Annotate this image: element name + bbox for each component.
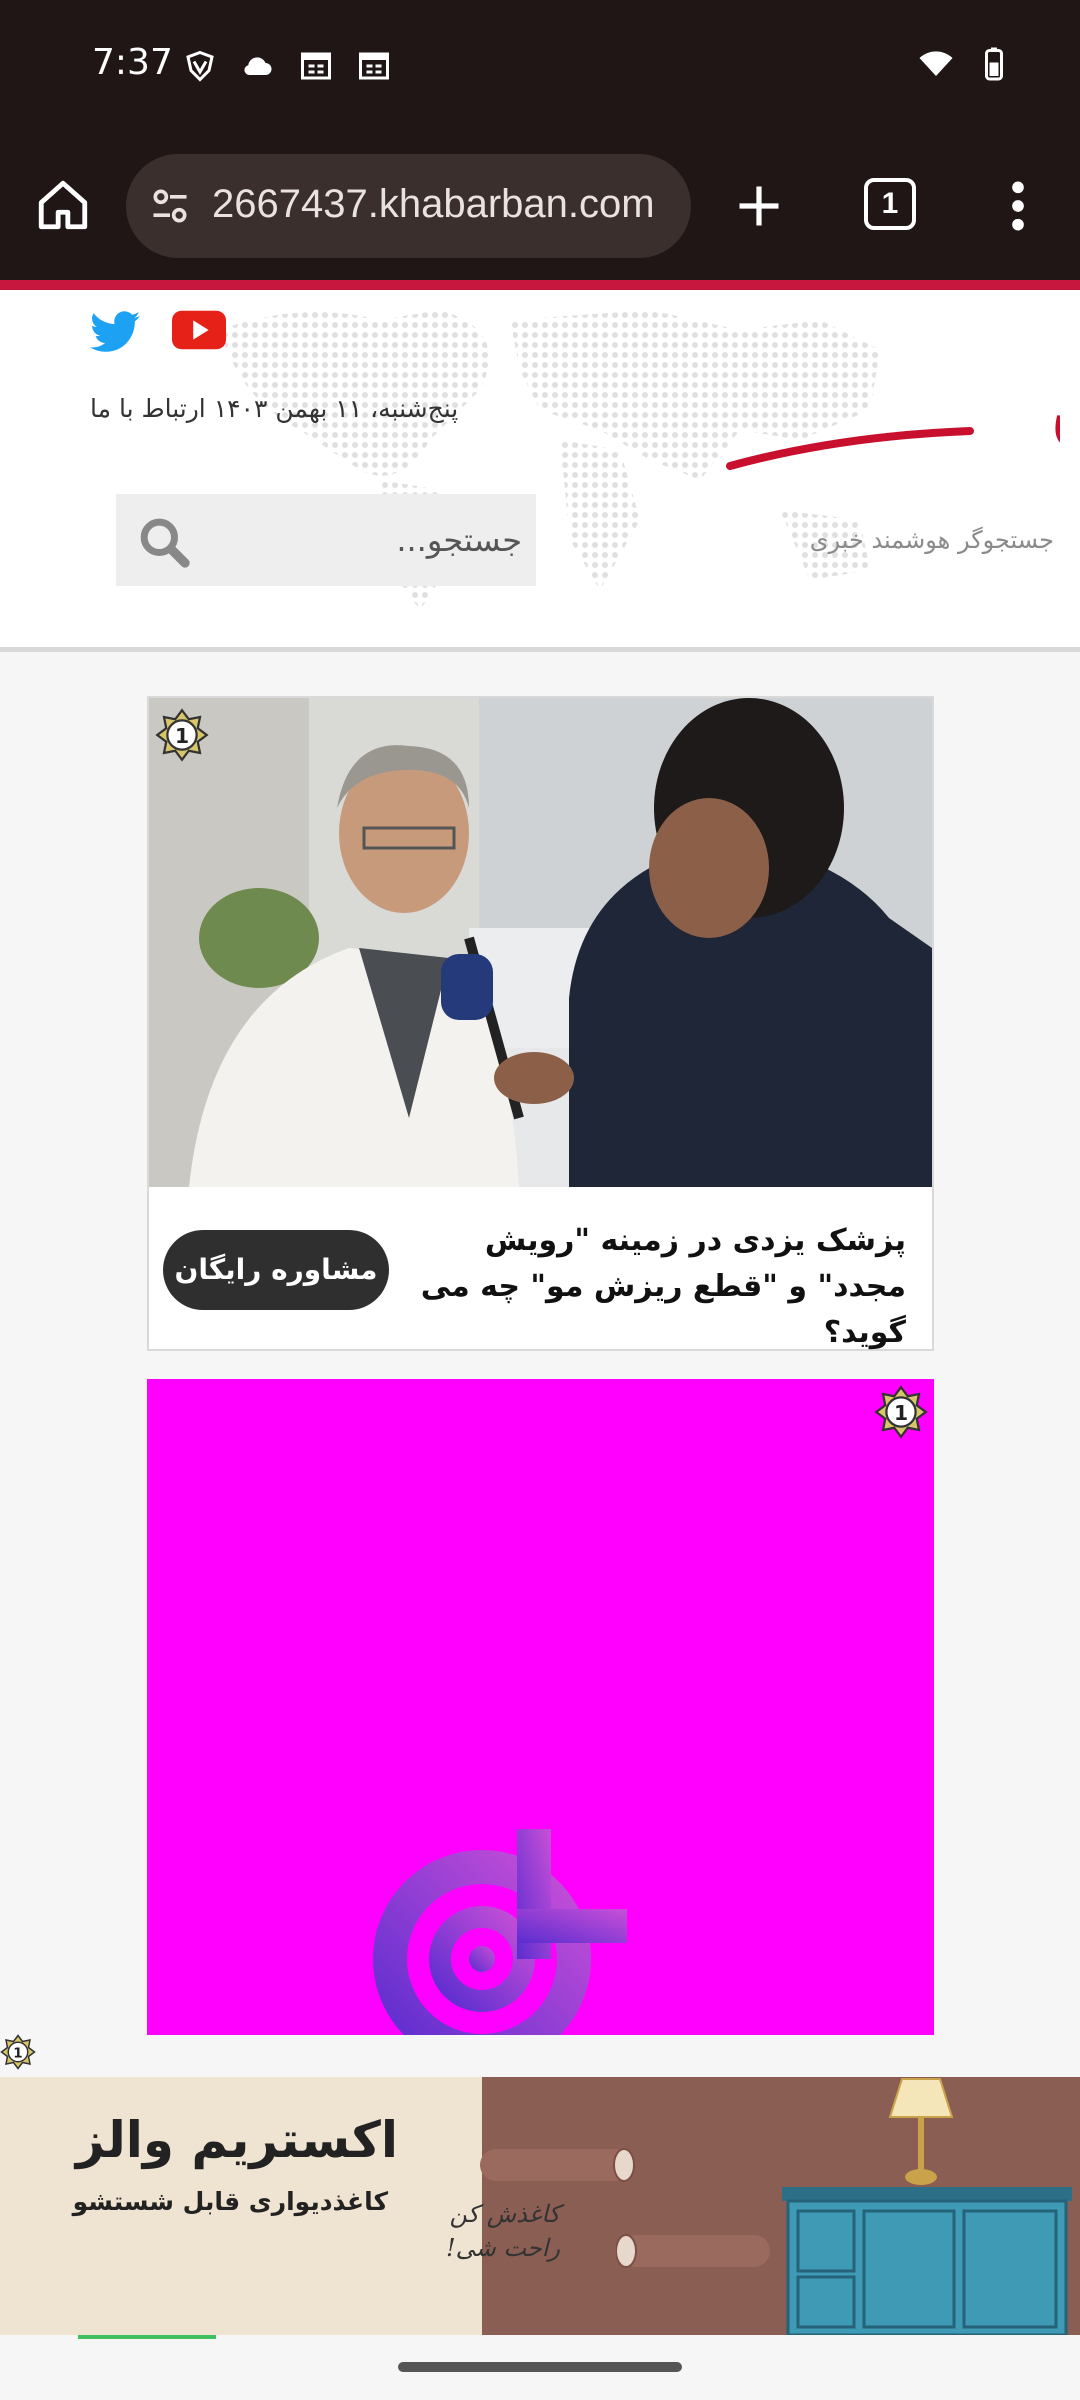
home-icon[interactable] — [34, 176, 92, 234]
svg-text:1: 1 — [13, 2045, 22, 2061]
free-consultation-button[interactable]: مشاوره رایگان — [163, 1230, 389, 1310]
notification-icons — [182, 48, 392, 84]
svg-text:1: 1 — [894, 1401, 908, 1425]
site-settings-icon[interactable] — [148, 184, 192, 228]
overflow-menu-icon[interactable] — [1004, 178, 1032, 234]
svg-text:1: 1 — [175, 724, 189, 748]
site-accent-bar — [0, 280, 1080, 290]
banner-slogan: کاغذش کن راحت شی! — [445, 2200, 560, 2262]
search-box — [116, 494, 536, 586]
calendar-icon — [359, 52, 389, 80]
ad-progress-line — [78, 2335, 216, 2339]
date-contact-line[interactable]: پنج‌شنبه، ۱۱ بهمن ۱۴۰۳ ارتباط با ما — [90, 394, 458, 423]
system-icons — [918, 46, 1012, 82]
banner-subtitle: کاغذدیواری قابل شستشو — [72, 2187, 388, 2216]
sponsored-ad-card[interactable]: 1 پزشک یزدی در زمینه "رویش مجدد" و "قطع … — [147, 696, 934, 1351]
khabarban-logo[interactable]: خبربان — [720, 336, 1060, 486]
ad-badge-icon[interactable]: 1 — [155, 708, 209, 762]
wallpaper-ad-banner[interactable]: اکستریم والز کاغذدیواری قابل شستشو کاغذش… — [0, 2077, 1080, 2335]
youtube-icon[interactable] — [172, 310, 226, 350]
url-text[interactable]: 2667437.khabarban.com — [212, 182, 655, 227]
cloud-icon — [244, 57, 272, 75]
cabinet-lamp-illustration — [782, 2078, 1072, 2335]
status-bar: 7:37 — [0, 0, 1080, 140]
twitter-icon[interactable] — [90, 310, 140, 354]
vpn-shield-icon — [186, 50, 214, 82]
ad-photo[interactable] — [149, 698, 932, 1187]
search-input[interactable] — [222, 494, 522, 586]
ad-badge-icon[interactable]: 1 — [0, 2034, 36, 2070]
search-icon[interactable] — [136, 514, 192, 570]
browser-toolbar: 2667437.khabarban.com 1 — [0, 140, 1080, 280]
ad-badge-icon[interactable]: 1 — [874, 1385, 928, 1439]
banner-brand: اکستریم والز — [75, 2111, 398, 2169]
brand-logo-icon — [373, 1829, 627, 2035]
magenta-ad-banner[interactable]: 1 — [147, 1379, 934, 2035]
tab-switcher-button[interactable]: 1 — [864, 178, 916, 230]
wallpaper-roll-icon — [616, 2234, 770, 2268]
wifi-icon — [919, 51, 953, 76]
calendar-icon — [301, 52, 331, 80]
logo-text: خبربان — [1050, 354, 1060, 457]
gesture-navigation-bar[interactable] — [398, 2362, 682, 2372]
url-bar[interactable]: 2667437.khabarban.com — [126, 154, 691, 258]
site-header: پنج‌شنبه، ۱۱ بهمن ۱۴۰۳ ارتباط با ما خبرب… — [0, 290, 1080, 652]
logo-tagline: جستجوگر هوشمند خبری — [809, 526, 1054, 554]
battery-icon — [985, 47, 1003, 81]
ad-headline[interactable]: پزشک یزدی در زمینه "رویش مجدد" و "قطع ری… — [386, 1218, 906, 1356]
status-time: 7:37 — [92, 42, 173, 83]
new-tab-icon[interactable] — [733, 180, 785, 232]
wallpaper-roll-icon — [480, 2148, 635, 2182]
